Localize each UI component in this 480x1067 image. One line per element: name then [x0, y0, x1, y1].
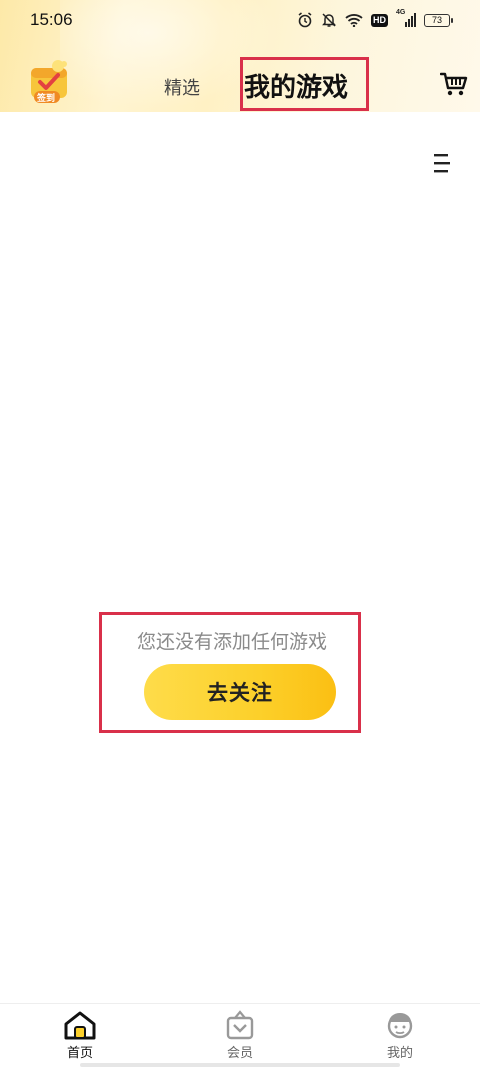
nav-member-label: 会员 [226, 1046, 253, 1061]
nav-home-label: 首页 [66, 1046, 93, 1061]
shopping-cart-icon [439, 72, 468, 96]
alarm-icon [297, 12, 313, 28]
wifi-icon [345, 13, 363, 27]
hd-badge: HD [371, 13, 388, 27]
status-icons: HD 4G 73 [297, 9, 453, 28]
cart-button[interactable] [439, 70, 468, 98]
nav-member[interactable]: 会员 [200, 1010, 280, 1061]
nav-profile-label: 我的 [386, 1046, 413, 1061]
home-indicator [80, 1063, 400, 1067]
battery-level: 73 [431, 15, 442, 25]
battery-icon: 73 [424, 13, 453, 27]
signin-button[interactable]: 签到 [28, 58, 74, 104]
signin-badge-label: 签到 [37, 94, 56, 104]
highlight-box-tab [240, 57, 369, 111]
follow-button[interactable]: 去关注 [144, 664, 336, 720]
tab-featured[interactable]: 精选 [164, 74, 200, 100]
member-icon [226, 1010, 254, 1040]
profile-icon [387, 1013, 413, 1039]
bottom-navigation: 首页 会员 我的 [0, 1003, 480, 1067]
status-time: 15:06 [30, 10, 73, 29]
menu-button[interactable] [431, 152, 453, 174]
status-bar: 15:06 HD 4G 73 [0, 0, 480, 40]
nav-profile[interactable]: 我的 [360, 1010, 440, 1061]
list-menu-icon [434, 154, 450, 173]
signal-icon: 4G [396, 9, 416, 27]
network-type-label: 4G [396, 9, 406, 16]
empty-state-message: 您还没有添加任何游戏 [137, 631, 328, 653]
mute-bell-icon [321, 12, 337, 28]
home-icon [64, 1011, 96, 1040]
nav-home[interactable]: 首页 [40, 1010, 120, 1061]
